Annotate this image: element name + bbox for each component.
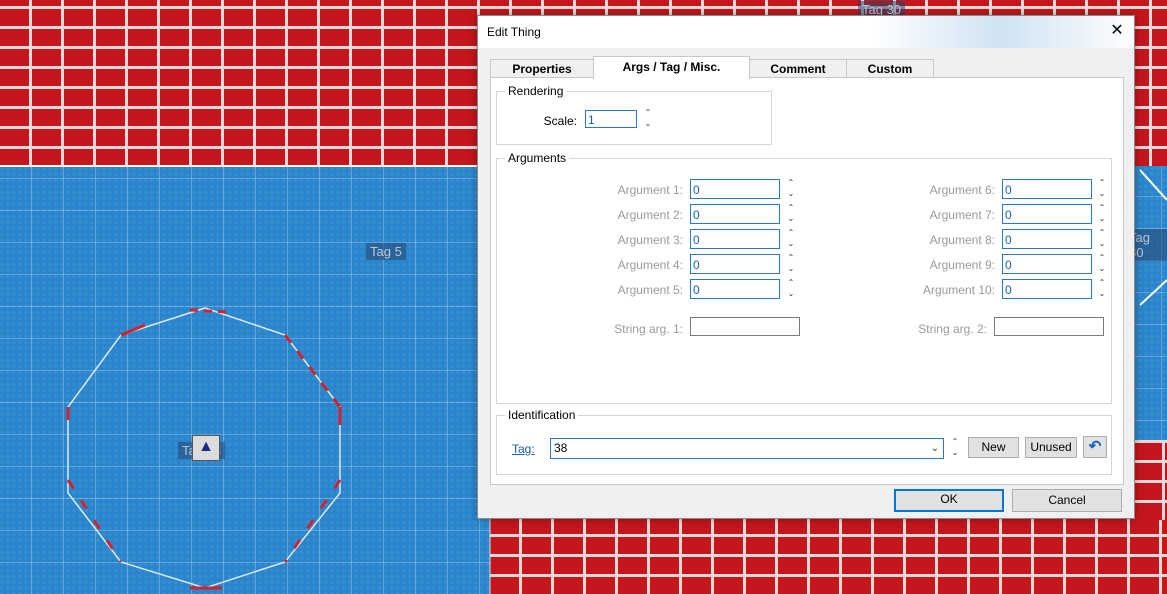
argument-label: Argument 7: [929,208,995,222]
argument-label: Argument 3: [617,233,683,247]
argument-10-input[interactable]: 0 [1002,279,1092,299]
undo-icon: ↶ [1088,438,1102,455]
string-arg-2-input[interactable] [994,317,1104,336]
rendering-group: Rendering Scale: 1 ⌃ ⌄ [496,84,772,145]
argument-8-spinner[interactable]: ⌃ ⌄ [1096,228,1108,250]
argument-label: Argument 6: [929,183,995,197]
argument-5-input[interactable]: 0 [690,279,780,299]
argument-10-spinner[interactable]: ⌃ ⌄ [1096,278,1108,300]
tag-value: 38 [554,441,568,455]
argument-7-spinner[interactable]: ⌃ ⌄ [1096,203,1108,225]
cancel-button[interactable]: Cancel [1012,489,1122,512]
argument-1-spinner[interactable]: ⌃ ⌄ [785,178,797,200]
argument-2-spinner[interactable]: ⌃ ⌄ [785,203,797,225]
tab-comment[interactable]: Comment [748,59,848,78]
scale-spinner[interactable]: ⌃ ⌄ [642,108,654,130]
arguments-group: Arguments Argument 1: 0 ⌃ ⌄ Argument 2: 0… [496,151,1112,404]
argument-label: Argument 1: [617,183,683,197]
rendering-legend: Rendering [505,84,567,98]
argument-9-input[interactable]: 0 [1002,254,1092,274]
tag-combobox[interactable]: 38 ⌄ [550,438,944,459]
identification-legend: Identification [505,408,579,422]
argument-2-input[interactable]: 0 [690,204,780,224]
thing-icon[interactable]: ▲ [192,435,220,461]
argument-8-input[interactable]: 0 [1002,229,1092,249]
edit-thing-dialog: Edit Thing ✕ Properties Args / Tag / Mis… [477,15,1135,519]
argument-label: Argument 4: [617,258,683,272]
scale-label: Scale: [543,114,577,128]
undo-button[interactable]: ↶ [1083,436,1107,458]
ok-button[interactable]: OK [894,489,1004,512]
scale-input[interactable]: 1 [585,110,637,128]
argument-6-input[interactable]: 0 [1002,179,1092,199]
close-button[interactable]: ✕ [1100,16,1134,46]
tag-link[interactable]: Tag: [512,442,535,456]
argument-7-input[interactable]: 0 [1002,204,1092,224]
argument-5-spinner[interactable]: ⌃ ⌄ [785,278,797,300]
tag-spinner[interactable]: ⌃ ⌄ [949,437,961,459]
argument-4-input[interactable]: 0 [690,254,780,274]
tab-strip: Properties Args / Tag / Misc. Comment Cu… [490,56,1130,79]
close-icon: ✕ [1110,22,1124,39]
chevron-down-icon[interactable]: ⌄ [931,439,939,458]
argument-1-input[interactable]: 0 [690,179,780,199]
argument-9-spinner[interactable]: ⌃ ⌄ [1096,253,1108,275]
tab-properties[interactable]: Properties [490,59,594,78]
argument-6-spinner[interactable]: ⌃ ⌄ [1096,178,1108,200]
tab-panel: Rendering Scale: 1 ⌃ ⌄ Arguments Argument… [490,77,1124,485]
new-tag-button[interactable]: New [968,437,1019,458]
argument-3-spinner[interactable]: ⌃ ⌄ [785,228,797,250]
argument-label: Argument 5: [617,283,683,297]
argument-label: Argument 9: [929,258,995,272]
argument-label: Argument 2: [617,208,683,222]
string-arg-1-label: String arg. 1: [614,322,683,336]
argument-4-spinner[interactable]: ⌃ ⌄ [785,253,797,275]
dialog-title: Edit Thing [487,25,541,39]
argument-3-input[interactable]: 0 [690,229,780,249]
tab-args-tag-misc[interactable]: Args / Tag / Misc. [593,56,750,79]
string-arg-2-label: String arg. 2: [918,322,987,336]
argument-label: Argument 8: [929,233,995,247]
dialog-titlebar[interactable]: Edit Thing ✕ [478,16,1134,48]
arguments-legend: Arguments [505,151,570,165]
map-tag-label: Tag 5 [366,243,406,260]
argument-label: Argument 10: [922,283,995,297]
tab-custom[interactable]: Custom [846,59,934,78]
string-arg-1-input[interactable] [690,317,800,336]
identification-group: Identification Tag: 38 ⌄ ⌃ ⌄ New Unused ↶ [496,408,1112,475]
unused-tag-button[interactable]: Unused [1025,437,1077,458]
